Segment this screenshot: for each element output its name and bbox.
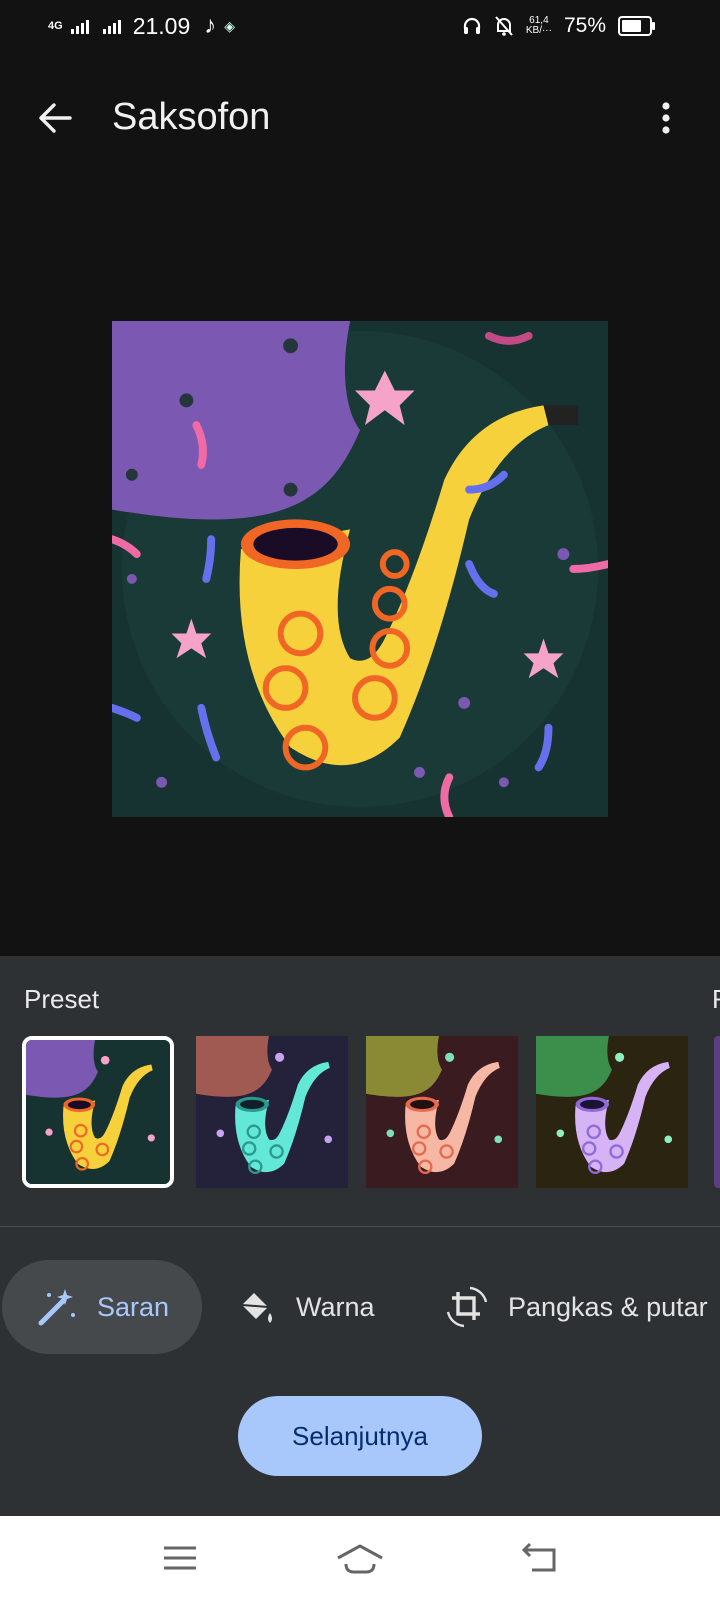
saxophone-artwork — [108, 321, 612, 821]
preset-thumbnail-partial[interactable] — [714, 1036, 720, 1188]
tool-pangkas-putar[interactable]: Pangkas & putar — [444, 1260, 708, 1354]
data-speed: 61,4 KB/··· — [526, 16, 552, 36]
crop-rotate-icon — [446, 1286, 488, 1328]
preset-thumbnail-image — [26, 1040, 170, 1184]
battery-percent: 75% — [563, 14, 606, 37]
system-nav-bar — [0, 1516, 720, 1600]
preset-thumbnail-original[interactable] — [22, 1036, 174, 1188]
app-bar: Saksofon — [0, 70, 720, 166]
signal-2-icon — [102, 18, 121, 34]
preset-thumbnail-image — [536, 1036, 688, 1188]
headphones-icon — [463, 17, 480, 34]
home-icon — [337, 1544, 383, 1574]
tool-saran[interactable]: Saran — [2, 1260, 202, 1354]
menu-button[interactable] — [158, 1538, 202, 1578]
arrow-back-icon — [39, 103, 72, 133]
preset-thumbnail-2[interactable] — [196, 1036, 348, 1188]
preset-thumbnail-3[interactable] — [366, 1036, 518, 1188]
tool-label: Saran — [96, 1291, 170, 1322]
data-speed-unit: KB/··· — [525, 25, 552, 36]
divider — [0, 1226, 720, 1227]
network-type: 4G — [48, 20, 63, 32]
status-right: 61,4 KB/··· 75% — [462, 14, 655, 38]
back-icon — [521, 1542, 556, 1572]
preset-thumbnail-4[interactable] — [536, 1036, 688, 1188]
tool-label: Pangkas & putar — [508, 1291, 708, 1322]
photo-preview[interactable] — [108, 321, 612, 821]
page-title: Saksofon — [112, 96, 271, 138]
back-button[interactable] — [32, 94, 80, 142]
preset-thumbnail-image — [366, 1036, 518, 1188]
next-button[interactable]: Selanjutnya — [238, 1396, 482, 1476]
home-button[interactable] — [334, 1538, 386, 1578]
status-bar: 4G 21.09 ♪ ◈ 61,4 KB/··· 75% — [0, 0, 720, 56]
music-note-icon: ♪ — [204, 12, 217, 39]
tool-label: Warna — [296, 1291, 375, 1322]
tool-warna[interactable]: Warna — [234, 1260, 375, 1354]
status-left: 4G 21.09 ♪ ◈ — [48, 12, 235, 40]
app-notification-icon: ◈ — [224, 17, 236, 34]
magic-wand-icon — [38, 1289, 75, 1326]
preset-heading: Preset — [24, 984, 100, 1014]
more-options-button[interactable] — [642, 94, 690, 142]
battery-icon — [618, 16, 655, 36]
system-back-button[interactable] — [518, 1538, 562, 1578]
paint-bucket-icon — [241, 1293, 272, 1323]
menu-icon — [164, 1546, 196, 1570]
mute-bell-icon — [495, 16, 513, 36]
more-vert-icon — [662, 102, 670, 134]
clock: 21.09 — [132, 12, 191, 39]
next-section-heading: F — [712, 984, 720, 1014]
preset-thumbnail-image — [196, 1036, 348, 1188]
edit-panel: Preset F Saran Warna Pangkas & putar Sel… — [0, 956, 720, 1516]
signal-icon — [70, 18, 89, 34]
